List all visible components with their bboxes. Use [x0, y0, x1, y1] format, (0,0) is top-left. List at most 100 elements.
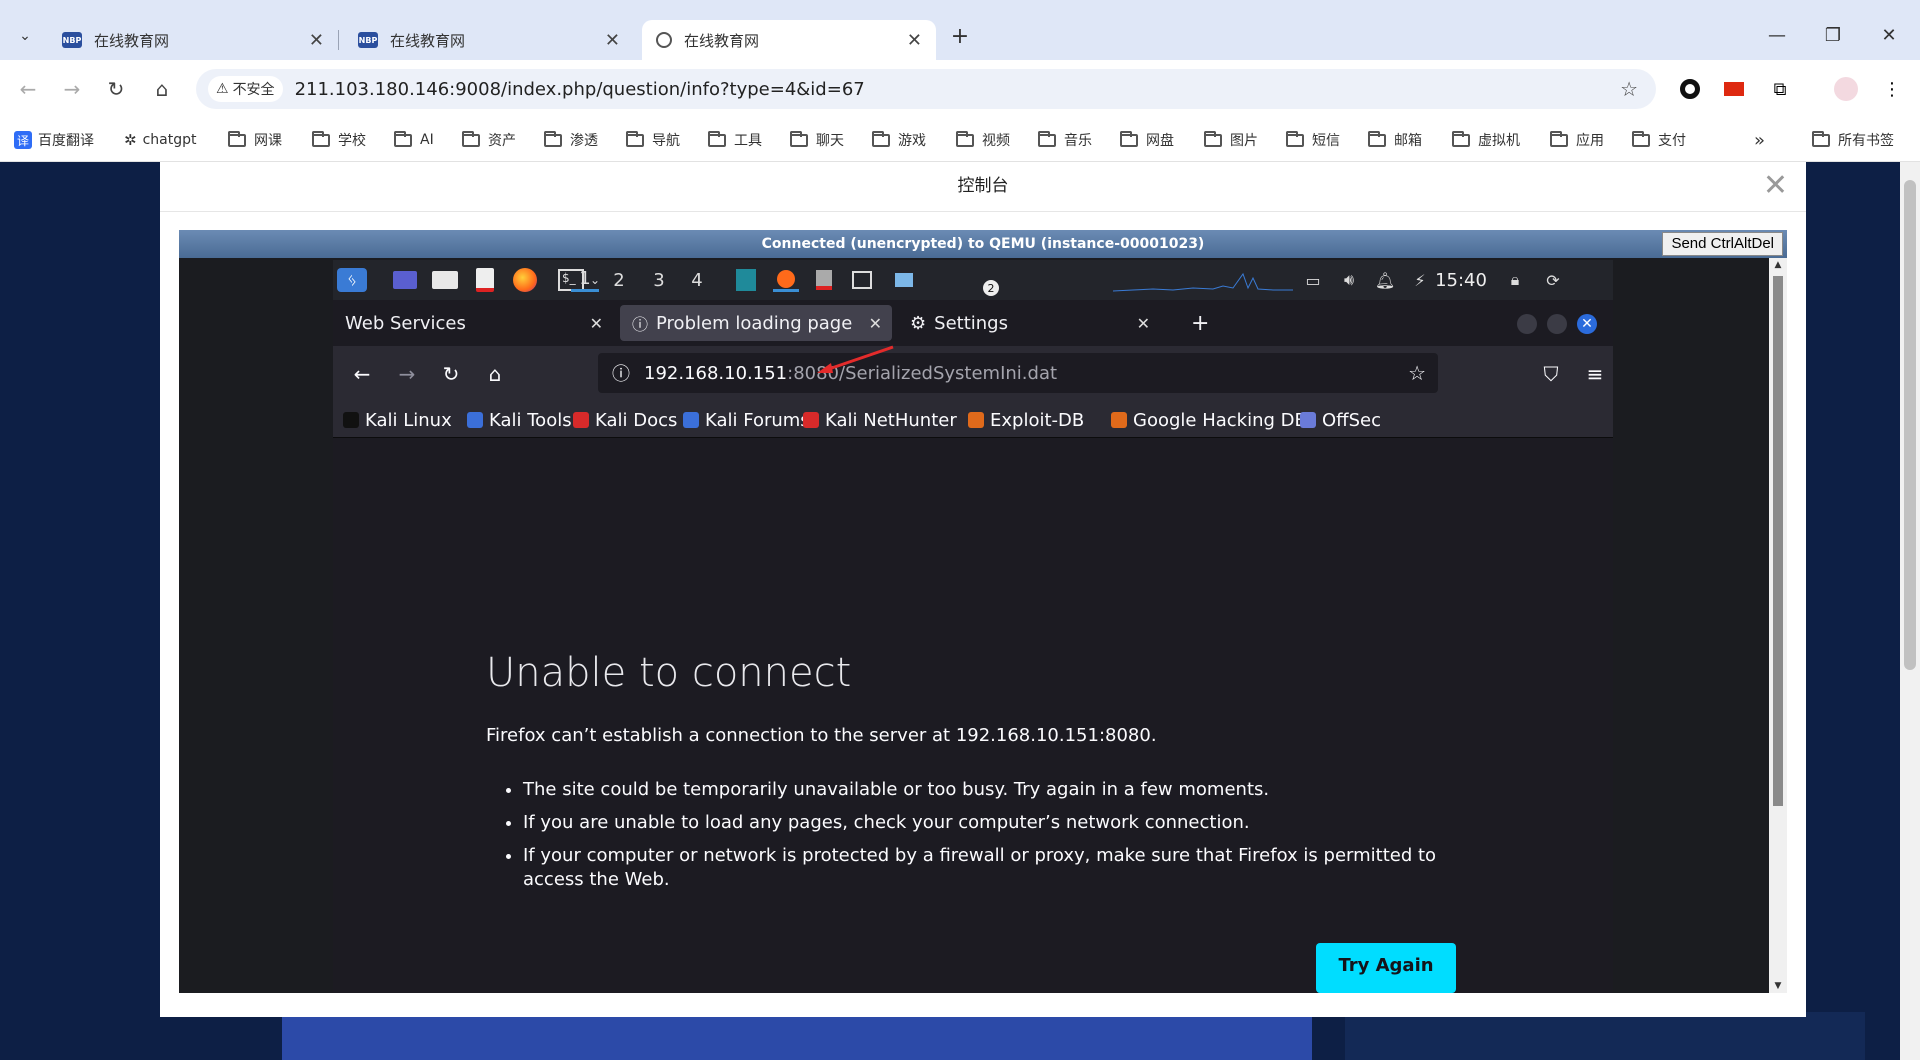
close-tab-icon[interactable]: ✕ [1137, 314, 1150, 333]
chrome-tab[interactable]: NBP 在线教育网 ✕ [344, 20, 634, 60]
firefox-tab-active[interactable]: ⓘ Problem loading page ✕ [620, 305, 892, 341]
logout-icon[interactable]: ⟳ [1541, 268, 1565, 292]
close-window-icon[interactable]: ✕ [1577, 314, 1597, 334]
firefox-bookmark-item[interactable]: Exploit-DB [968, 408, 1084, 432]
bookmark-folder[interactable]: 短信 [1286, 128, 1340, 152]
minimize-icon[interactable]: — [1752, 20, 1802, 50]
bookmark-folder[interactable]: 邮箱 [1368, 128, 1422, 152]
burp-icon[interactable] [733, 268, 759, 292]
clock-time[interactable]: 15:40 [1433, 268, 1489, 292]
bookmark-folder[interactable]: 图片 [1204, 128, 1258, 152]
lock-icon[interactable]: 🔒︎ [1503, 268, 1527, 292]
forward-icon[interactable]: → [56, 73, 88, 105]
vnc-scrollbar[interactable]: ▲ ▼ [1769, 258, 1787, 993]
extension-circle-icon[interactable] [1674, 73, 1706, 105]
workspace-1[interactable]: 1 [571, 268, 599, 292]
bookmark-folder[interactable]: 视频 [956, 128, 1010, 152]
display-icon[interactable]: ▭ [1301, 268, 1325, 292]
home-icon[interactable]: ⌂ [146, 73, 178, 105]
close-tab-icon[interactable]: ✕ [309, 30, 324, 51]
minimize-icon[interactable] [1517, 314, 1537, 334]
firefox-icon[interactable] [511, 268, 539, 292]
scroll-down-icon[interactable]: ▼ [1769, 981, 1787, 991]
firefox-bookmark-item[interactable]: Kali Forums [683, 408, 810, 432]
home-icon[interactable]: ⌂ [481, 360, 509, 388]
reload-icon[interactable]: ↻ [100, 73, 132, 105]
close-tab-icon[interactable]: ✕ [907, 30, 922, 51]
tab-search-chevron-icon[interactable]: ⌄ [8, 20, 42, 52]
modal-close-icon[interactable]: ✕ [1763, 168, 1788, 204]
bookmark-folder[interactable]: 学校 [312, 128, 366, 152]
firefox-bookmark-item[interactable]: Google Hacking DB [1111, 408, 1307, 432]
bookmark-folder[interactable]: AI [394, 128, 434, 152]
all-bookmarks-folder[interactable]: 所有书签 [1812, 128, 1894, 152]
volume-icon[interactable]: 🔊︎ [1337, 268, 1361, 292]
address-bar[interactable]: ⚠ 不安全 211.103.180.146:9008/index.php/que… [196, 69, 1656, 109]
terminal-task-icon[interactable] [849, 268, 875, 292]
firefox-bookmark-item[interactable]: Kali Linux [343, 408, 452, 432]
send-ctrlaltdel-button[interactable]: Send CtrlAltDel [1662, 232, 1783, 256]
workspace-3[interactable]: 3 [645, 268, 673, 292]
kali-dragon-icon[interactable]: ᛃ [337, 268, 367, 292]
workspace-4[interactable]: 4 [683, 268, 711, 292]
scrollbar-thumb[interactable] [1773, 276, 1783, 806]
menu-dots-icon[interactable]: ⋮ [1876, 73, 1908, 105]
maximize-icon[interactable] [1547, 314, 1567, 334]
close-tab-icon[interactable]: ✕ [605, 30, 620, 51]
china-flag-icon[interactable] [1718, 73, 1750, 105]
chrome-tab-active[interactable]: 在线教育网 ✕ [642, 20, 936, 60]
security-indicator[interactable]: ⚠ 不安全 [208, 76, 283, 102]
bookmark-folder[interactable]: 虚拟机 [1452, 128, 1520, 152]
notification-bell-icon[interactable]: 🔔︎ [1373, 268, 1397, 292]
bookmark-folder[interactable]: 网盘 [1120, 128, 1174, 152]
bookmark-folder[interactable]: 导航 [626, 128, 680, 152]
reload-icon[interactable]: ↻ [437, 360, 465, 388]
firefox-tab[interactable]: Web Services ✕ [333, 305, 613, 341]
bookmarks-overflow-icon[interactable]: » [1754, 128, 1765, 152]
text-editor-icon[interactable] [471, 268, 499, 292]
firefox-url-bar[interactable]: ⓘ 192.168.10.151:8080/SerializedSystemIn… [598, 353, 1438, 393]
forward-icon[interactable]: → [393, 360, 421, 388]
hamburger-menu-icon[interactable]: ≡ [1581, 360, 1609, 388]
new-tab-button[interactable]: + [1179, 305, 1209, 341]
workspace-2[interactable]: 2 [605, 268, 633, 292]
bookmark-folder[interactable]: 音乐 [1038, 128, 1092, 152]
bookmark-folder[interactable]: 应用 [1550, 128, 1604, 152]
bookmark-folder[interactable]: 聊天 [790, 128, 844, 152]
bookmark-item[interactable]: 译百度翻译 [14, 128, 94, 152]
info-icon[interactable]: ⓘ [612, 360, 630, 386]
bookmark-folder[interactable]: 工具 [708, 128, 762, 152]
bookmark-folder[interactable]: 支付 [1632, 128, 1686, 152]
profile-avatar[interactable] [1830, 73, 1862, 105]
restore-icon[interactable]: ❐ [1808, 20, 1858, 50]
pocket-icon[interactable]: ⛉ [1537, 360, 1565, 388]
url-text[interactable]: 211.103.180.146:9008/index.php/question/… [295, 79, 865, 100]
desktop-icon[interactable] [391, 268, 419, 292]
firefox-bookmark-item[interactable]: Kali Tools [467, 408, 572, 432]
files-icon[interactable] [431, 268, 459, 292]
back-icon[interactable]: ← [348, 360, 376, 388]
scrollbar-thumb[interactable] [1904, 180, 1916, 670]
extensions-puzzle-icon[interactable]: ⧉ [1764, 73, 1796, 105]
firefox-bookmark-item[interactable]: Kali NetHunter [803, 408, 957, 432]
bookmark-folder[interactable]: 资产 [462, 128, 516, 152]
chrome-tab[interactable]: NBP 在线教育网 ✕ [48, 20, 339, 60]
close-window-icon[interactable]: ✕ [1864, 20, 1914, 50]
bookmark-folder[interactable]: 网课 [228, 128, 282, 152]
scroll-up-icon[interactable]: ▲ [1769, 260, 1787, 270]
bookmark-folder[interactable]: 游戏 [872, 128, 926, 152]
new-tab-button[interactable]: + [946, 20, 974, 52]
try-again-button[interactable]: Try Again [1316, 943, 1456, 993]
window-group-icon[interactable] [889, 268, 919, 292]
bookmark-star-icon[interactable]: ☆ [1620, 77, 1638, 101]
firefox-task-icon[interactable] [773, 268, 799, 292]
close-tab-icon[interactable]: ✕ [869, 314, 882, 333]
firefox-bookmark-item[interactable]: Kali Docs [573, 408, 677, 432]
bookmark-folder[interactable]: 渗透 [544, 128, 598, 152]
power-manager-icon[interactable]: ⚡︎ [1409, 268, 1431, 292]
close-tab-icon[interactable]: ✕ [590, 314, 603, 333]
firefox-bookmark-item[interactable]: OffSec [1300, 408, 1381, 432]
page-scrollbar[interactable] [1900, 162, 1920, 1060]
back-icon[interactable]: ← [12, 73, 44, 105]
bookmark-item[interactable]: ✲ chatgpt [124, 128, 196, 152]
